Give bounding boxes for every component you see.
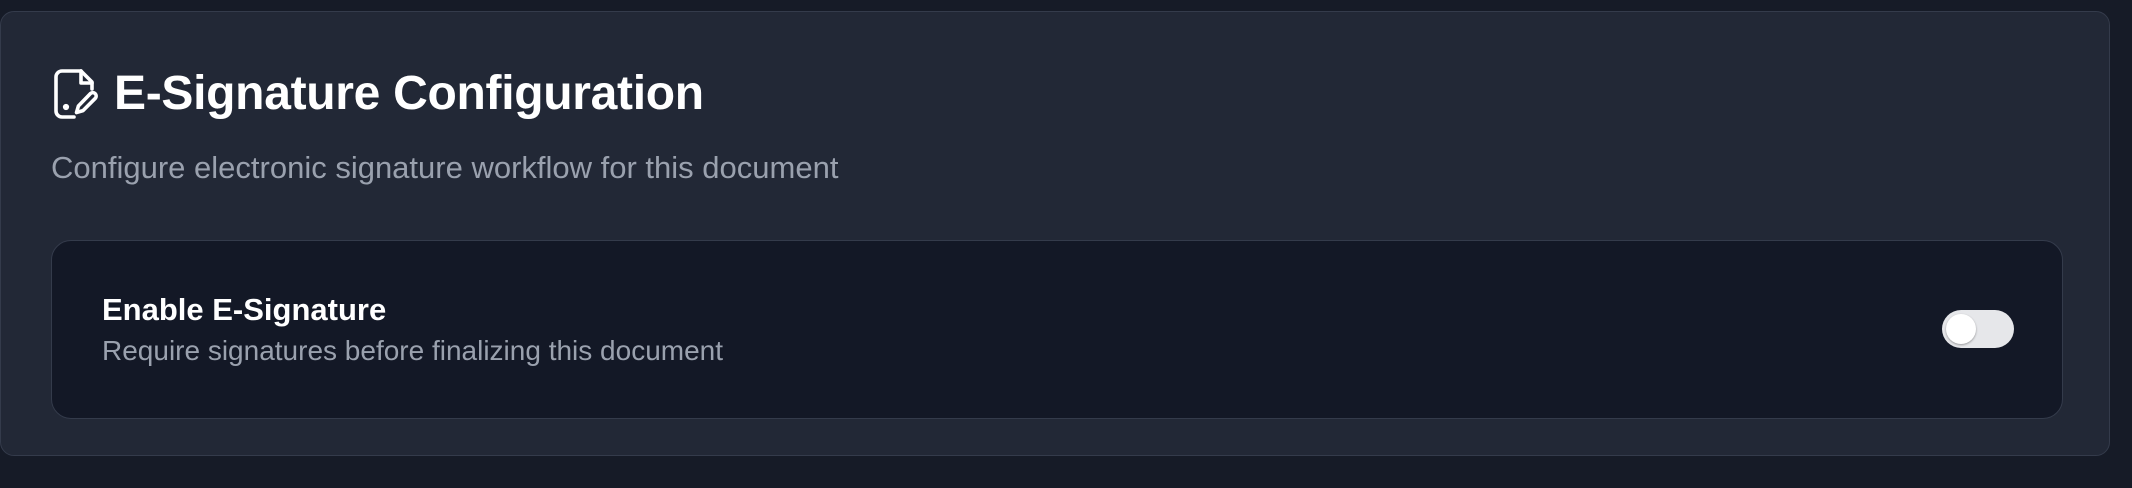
file-signature-icon: [54, 69, 98, 119]
page-title: E-Signature Configuration: [114, 67, 704, 120]
setting-description: Require signatures before finalizing thi…: [102, 335, 724, 366]
enable-esignature-setting: Enable E-Signature Require signatures be…: [51, 240, 2063, 419]
toggle-knob: [1946, 314, 1976, 344]
esignature-config-card: E-Signature Configuration Configure elec…: [0, 11, 2110, 456]
enable-esignature-toggle[interactable]: [1942, 310, 2014, 348]
page-subtitle: Configure electronic signature workflow …: [51, 150, 839, 185]
card-header: E-Signature Configuration: [54, 69, 704, 119]
setting-label: Enable E-Signature: [102, 292, 387, 327]
